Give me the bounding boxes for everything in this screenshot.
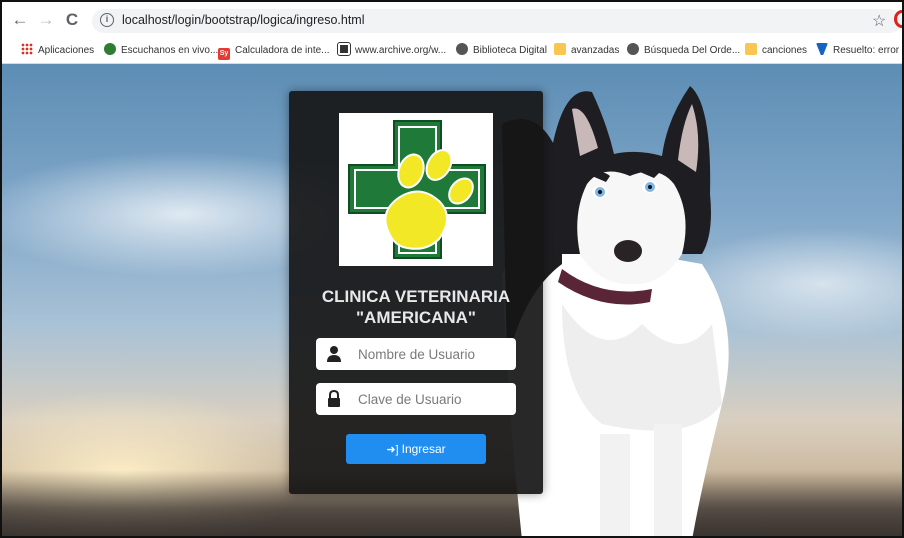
apps-icon [21, 43, 33, 55]
bookmark-escuchanos[interactable]: Escuchanos en vivo... [104, 43, 218, 59]
bookmark-label: Búsqueda Del Orde... [644, 45, 741, 56]
bookmark-label: avanzadas [571, 45, 620, 56]
user-icon [327, 346, 341, 362]
bookmark-archive[interactable]: www.archive.org/w... [337, 42, 447, 59]
bookmark-avanzadas[interactable]: avanzadas [554, 43, 619, 59]
sy-icon: Sy [218, 48, 230, 60]
browser-toolbar: ← → C i localhost/login/bootstrap/logica… [2, 2, 902, 38]
bookmark-label: Aplicaciones [38, 45, 95, 56]
bookmark-calculadora[interactable]: Sy Calculadora de inte... [218, 43, 330, 60]
folder-icon [745, 43, 757, 55]
forward-icon[interactable]: → [36, 10, 56, 30]
globe-icon [627, 43, 639, 55]
bookmark-label: Escuchanos en vivo... [121, 45, 219, 56]
clinic-title: CLINICA VETERINARIA "AMERICANA" [289, 286, 543, 328]
sign-in-icon: ➜] [386, 444, 399, 456]
bookmark-label: Resuelto: error int [833, 45, 904, 56]
username-field[interactable] [316, 338, 516, 370]
bookmark-busqueda[interactable]: Búsqueda Del Orde... [627, 43, 740, 59]
bookmark-label: canciones [762, 45, 808, 56]
info-icon[interactable]: i [100, 13, 114, 27]
bookmark-biblioteca[interactable]: Biblioteca Digital [456, 43, 547, 59]
username-input[interactable] [358, 344, 508, 364]
page-background: CLINICA VETERINARIA "AMERICANA" ➜]Ingres… [2, 64, 902, 536]
clinic-logo [339, 113, 493, 266]
bookmark-label: Biblioteca Digital [473, 45, 547, 56]
bookmark-canciones[interactable]: canciones [745, 43, 807, 59]
bookmark-resuelto[interactable]: Resuelto: error int [816, 43, 904, 59]
lock-icon [328, 390, 340, 407]
archive-icon [337, 42, 351, 56]
bookmark-apps[interactable]: Aplicaciones [21, 43, 94, 59]
login-button-label: Ingresar [401, 442, 446, 456]
bookmarks-bar: Aplicaciones Escuchanos en vivo... Sy Cal… [2, 38, 904, 64]
radio-icon [104, 43, 116, 55]
opera-icon[interactable] [894, 10, 902, 28]
browser-window: ← → C i localhost/login/bootstrap/logica… [0, 0, 904, 538]
reload-icon[interactable]: C [62, 10, 82, 30]
bookmark-label: www.archive.org/w... [355, 45, 447, 56]
login-button[interactable]: ➜] Ingresar [346, 434, 486, 464]
clinic-title-line1: CLINICA VETERINARIA [321, 287, 511, 306]
back-icon[interactable]: ← [10, 10, 30, 30]
password-field[interactable] [316, 383, 516, 415]
url-text[interactable]: localhost/login/bootstrap/logica/ingreso… [122, 13, 365, 27]
ribbon-icon [816, 43, 828, 55]
folder-icon [554, 43, 566, 55]
password-input[interactable] [358, 389, 508, 409]
login-card: CLINICA VETERINARIA "AMERICANA" ➜]Ingres… [289, 91, 543, 494]
bookmark-star-icon[interactable]: ☆ [872, 11, 886, 31]
globe-icon [456, 43, 468, 55]
clinic-title-line2: "AMERICANA" [355, 308, 476, 327]
address-bar[interactable]: i localhost/login/bootstrap/logica/ingre… [92, 9, 902, 33]
bookmark-label: Calculadora de inte... [235, 45, 330, 56]
